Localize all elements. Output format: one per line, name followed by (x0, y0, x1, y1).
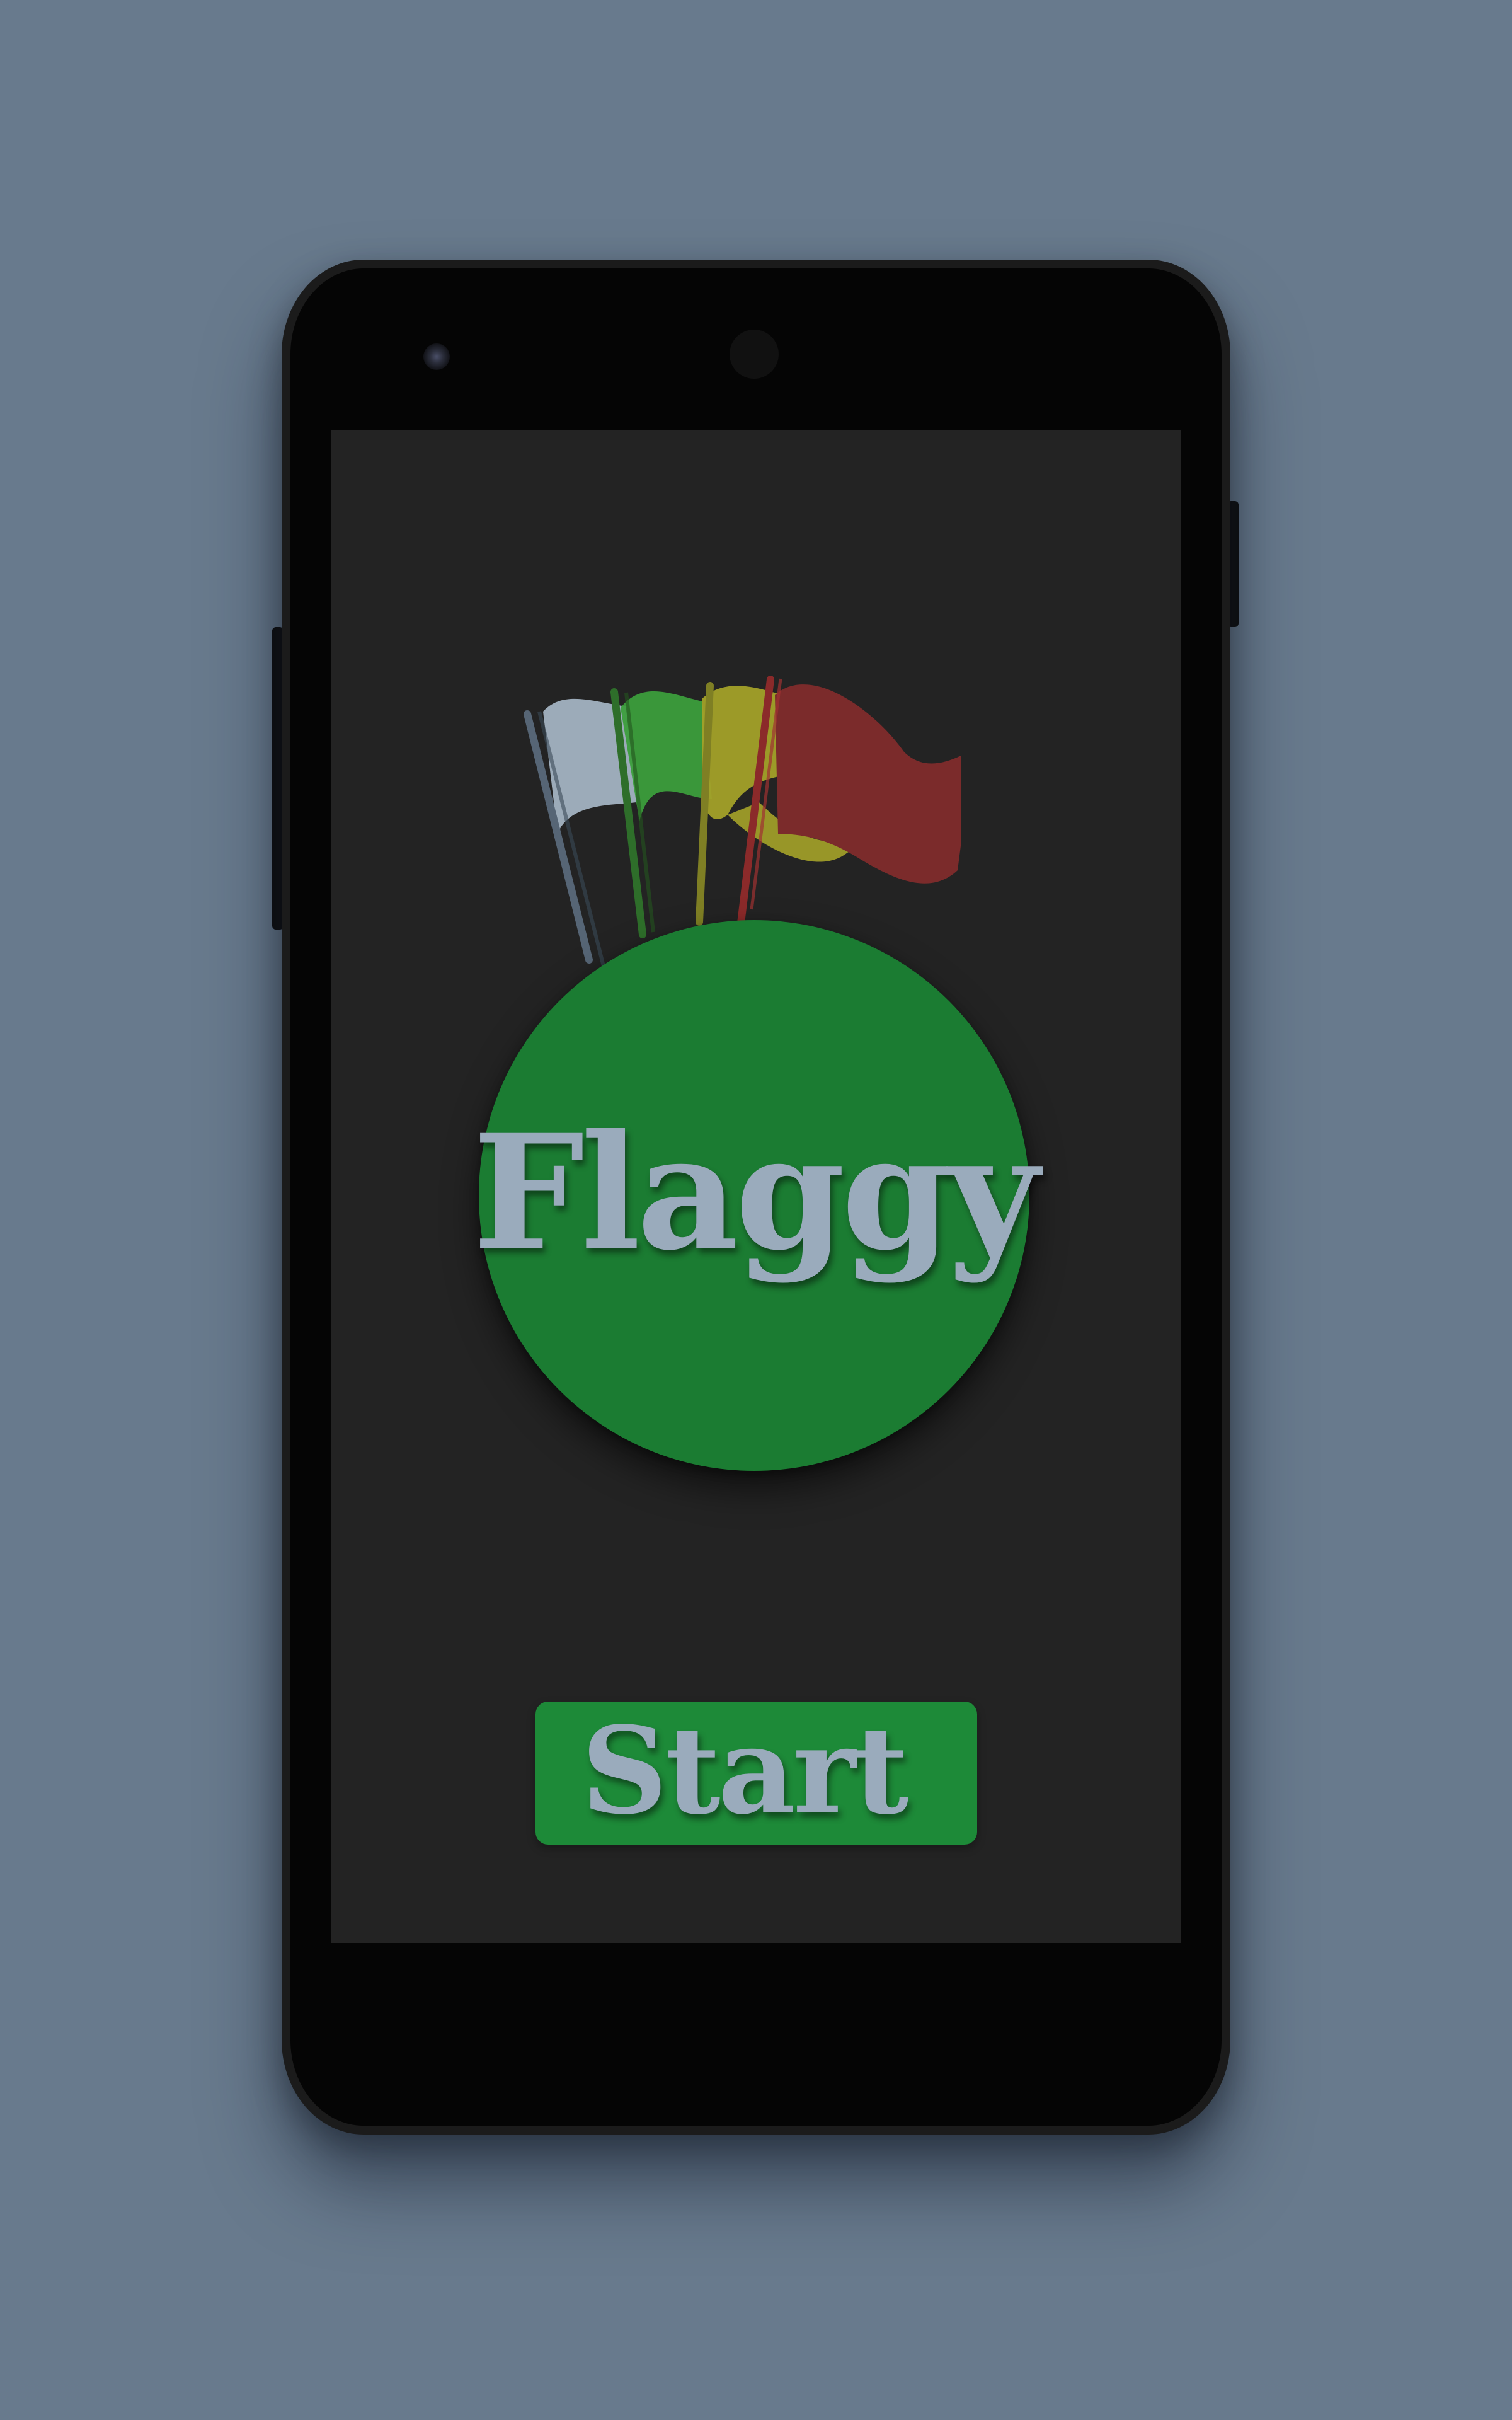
app-screen: Flaggy Start (331, 430, 1181, 1943)
app-logo-title: Flaggy (472, 1100, 1039, 1285)
start-button[interactable]: Start (536, 1700, 977, 1845)
logo-circle: Flaggy (472, 920, 1040, 1471)
front-sensor-icon (423, 343, 450, 370)
start-button-label: Start (581, 1700, 909, 1841)
front-camera-icon (730, 330, 779, 379)
